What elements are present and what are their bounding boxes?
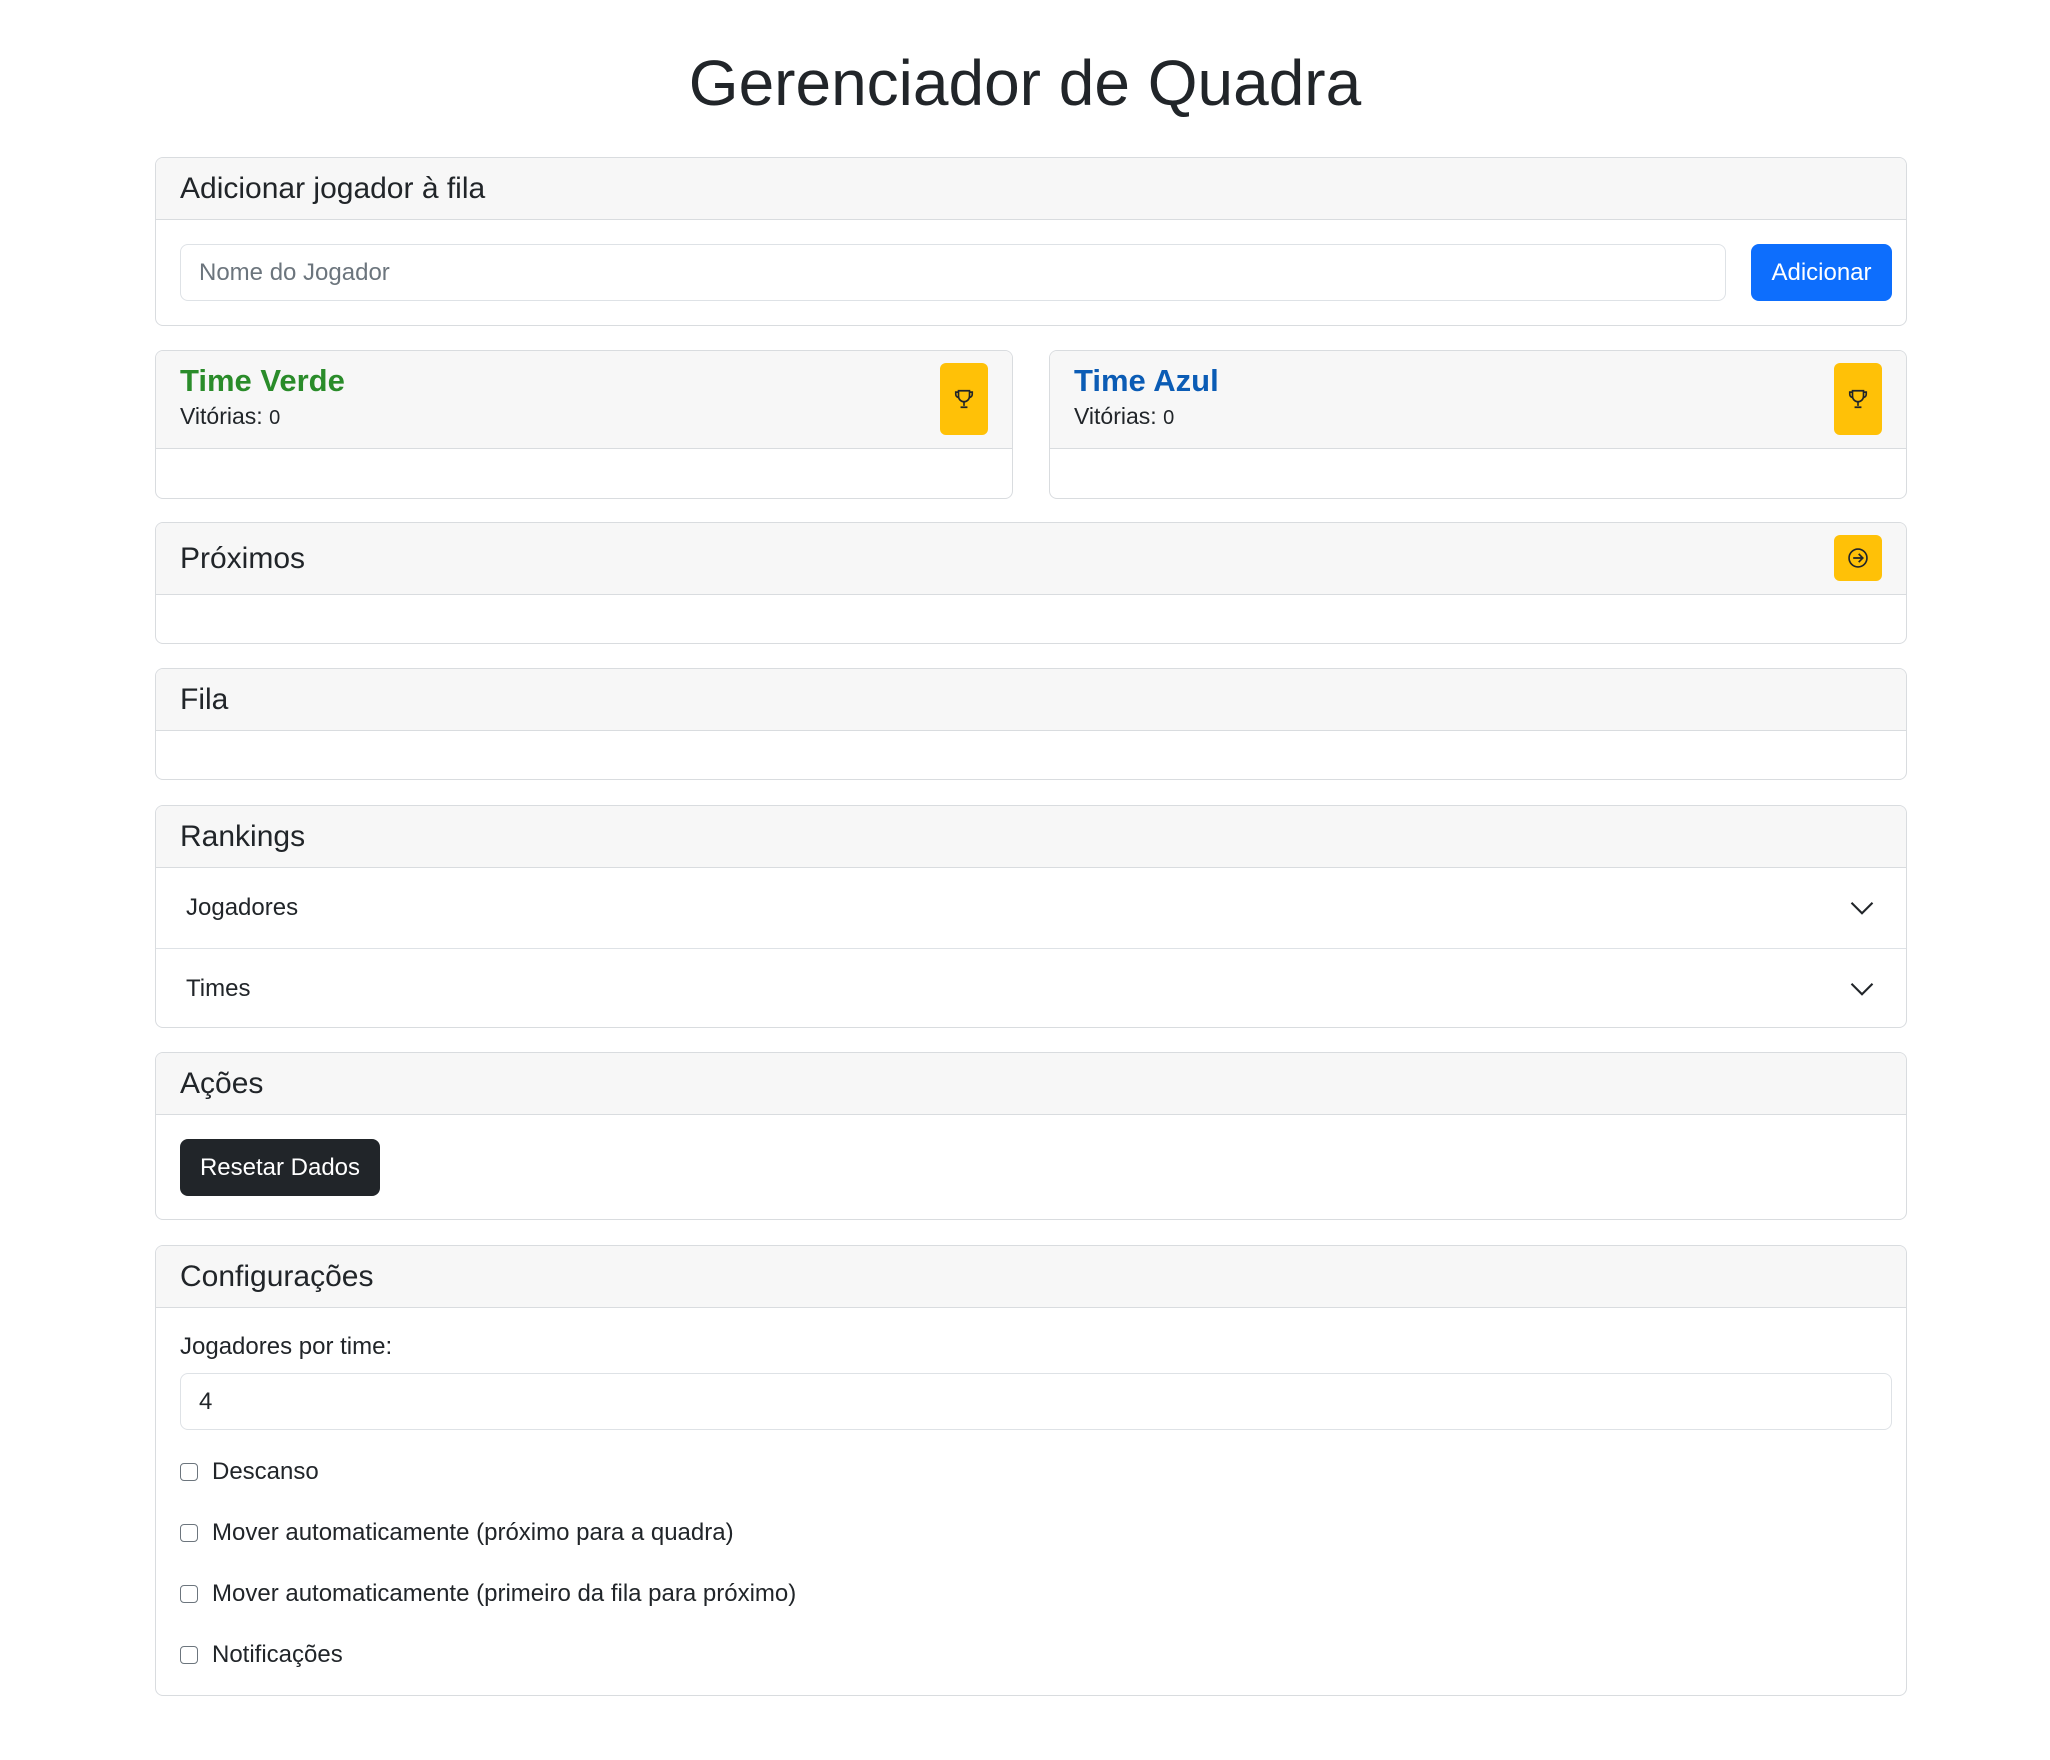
team-blue-wins-value: 0 xyxy=(1163,407,1175,429)
move-next-button[interactable] xyxy=(1834,535,1882,581)
chevron-down-icon xyxy=(1850,902,1874,915)
actions-header: Ações xyxy=(156,1053,1906,1115)
trophy-icon xyxy=(1848,389,1868,409)
reset-data-button[interactable]: Resetar Dados xyxy=(180,1139,380,1196)
add-player-button[interactable]: Adicionar xyxy=(1751,244,1892,301)
option-notifications[interactable]: Notificações xyxy=(180,1641,343,1669)
page-title: Gerenciador de Quadra xyxy=(688,47,1362,119)
option-auto-move-queue-to-next-checkbox[interactable] xyxy=(180,1585,198,1603)
arrow-right-circle-icon xyxy=(1848,548,1868,568)
team-green-card: Time Verde Vitórias: 0 xyxy=(155,350,1013,499)
option-auto-move-next-to-court-label: Mover automaticamente (próximo para a qu… xyxy=(212,1519,734,1546)
team-green-header: Time Verde Vitórias: 0 xyxy=(156,351,1012,449)
option-notifications-label: Notificações xyxy=(212,1641,343,1668)
option-rest[interactable]: Descanso xyxy=(180,1458,319,1486)
team-green-wins-value: 0 xyxy=(269,407,281,429)
add-player-header: Adicionar jogador à fila xyxy=(156,158,1906,220)
chevron-down-icon xyxy=(1850,982,1874,996)
option-rest-checkbox[interactable] xyxy=(180,1463,198,1481)
option-rest-label: Descanso xyxy=(212,1458,319,1485)
next-header: Próximos xyxy=(156,523,1906,595)
player-name-input[interactable]: Nome do Jogador xyxy=(180,244,1726,301)
rankings-card: Rankings Jogadores Times xyxy=(155,805,1907,1028)
actions-card: Ações Resetar Dados xyxy=(155,1052,1907,1220)
next-card: Próximos xyxy=(155,522,1907,644)
queue-header: Fila xyxy=(156,669,1906,731)
trophy-icon xyxy=(954,389,974,409)
page: Gerenciador de Quadra Adicionar jogador … xyxy=(0,0,2050,1760)
ranking-players-toggle[interactable]: Jogadores xyxy=(156,868,1906,948)
option-notifications-checkbox[interactable] xyxy=(180,1646,198,1664)
team-green-wins: Vitórias: 0 xyxy=(180,401,988,433)
ranking-players-label: Jogadores xyxy=(186,894,299,921)
team-blue-card: Time Azul Vitórias: 0 xyxy=(1049,350,1907,499)
ranking-teams-label: Times xyxy=(186,974,251,1002)
option-auto-move-next-to-court[interactable]: Mover automaticamente (próximo para a qu… xyxy=(180,1519,734,1547)
queue-card: Fila xyxy=(155,668,1907,780)
rankings-header: Rankings xyxy=(156,806,1906,868)
team-green-wins-label: Vitórias: xyxy=(180,403,263,429)
option-auto-move-queue-to-next[interactable]: Mover automaticamente (primeiro da fila … xyxy=(180,1580,796,1608)
team-green-win-button[interactable] xyxy=(940,363,988,435)
settings-card: Configurações Jogadores por time: 4 Desc… xyxy=(155,1245,1907,1696)
add-player-card: Adicionar jogador à fila Nome do Jogador… xyxy=(155,157,1907,326)
team-blue-wins: Vitórias: 0 xyxy=(1074,401,1882,433)
players-per-team-label: Jogadores por time: xyxy=(180,1333,393,1360)
team-blue-header: Time Azul Vitórias: 0 xyxy=(1050,351,1906,449)
ranking-teams-toggle[interactable]: Times xyxy=(156,948,1906,1027)
team-green-name: Time Verde xyxy=(180,363,345,398)
settings-header: Configurações xyxy=(156,1246,1906,1308)
next-title: Próximos xyxy=(180,541,306,575)
team-blue-win-button[interactable] xyxy=(1834,363,1882,435)
players-per-team-input[interactable]: 4 xyxy=(180,1373,1892,1430)
team-blue-name: Time Azul xyxy=(1074,363,1219,398)
option-auto-move-next-to-court-checkbox[interactable] xyxy=(180,1524,198,1542)
option-auto-move-queue-to-next-label: Mover automaticamente (primeiro da fila … xyxy=(212,1580,797,1607)
team-blue-wins-label: Vitórias: xyxy=(1074,403,1157,429)
